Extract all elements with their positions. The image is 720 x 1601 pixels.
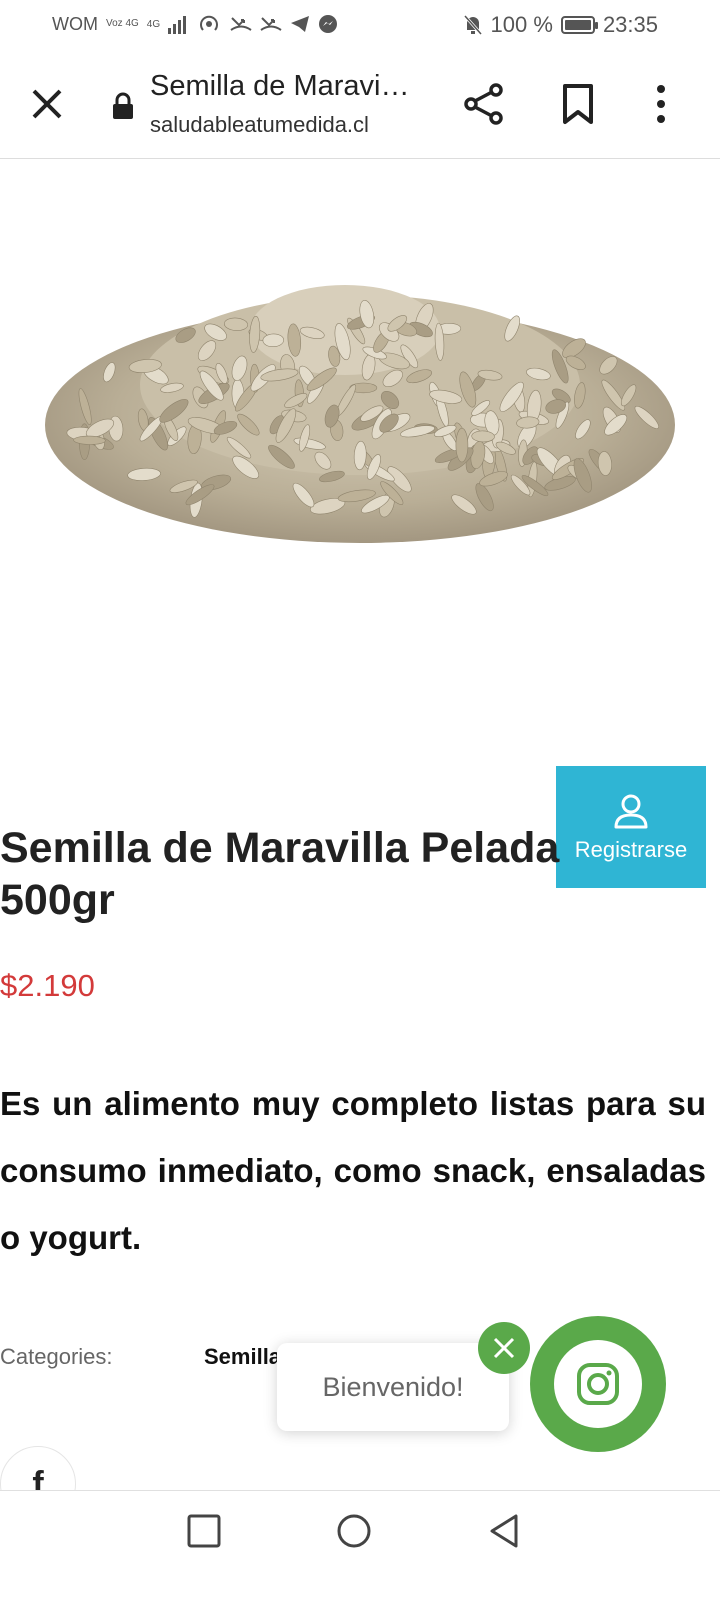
- mute-bell-icon: [463, 15, 482, 35]
- network-sub-label: 4G: [146, 18, 161, 30]
- instagram-icon: [577, 1363, 619, 1405]
- welcome-bubble[interactable]: Bienvenido!: [277, 1343, 509, 1431]
- status-left: WOM Voz 4G 4G: [52, 13, 338, 35]
- lock-icon[interactable]: [110, 92, 136, 120]
- signal-icon: [168, 16, 187, 34]
- battery-icon: [560, 16, 598, 34]
- instagram-button-inner: [554, 1340, 642, 1428]
- product-title-line1: Semilla de Maravilla Pelada: [0, 824, 560, 872]
- bookmark-icon[interactable]: [560, 82, 596, 126]
- close-icon[interactable]: [28, 85, 66, 123]
- circle-nav-icon[interactable]: [334, 1511, 374, 1551]
- share-icon[interactable]: [462, 82, 506, 126]
- product-title-line2: 500gr: [0, 876, 115, 924]
- system-navigation-bar: [0, 1490, 720, 1601]
- network-type: Voz 4G: [105, 18, 139, 29]
- square-nav-icon[interactable]: [184, 1511, 224, 1551]
- welcome-text: Bienvenido!: [322, 1371, 464, 1402]
- more-vert-icon[interactable]: [650, 82, 672, 126]
- browser-toolbar: Semilla de Maravi… saludableatumedida.cl: [0, 50, 720, 159]
- missed-call-icon: [230, 17, 252, 31]
- close-icon: [493, 1337, 515, 1359]
- carrier-name: WOM: [52, 13, 98, 34]
- network-indicator: Voz 4G: [106, 19, 139, 29]
- seed: [455, 427, 469, 463]
- missed-call-icon-2: [260, 17, 282, 31]
- product-price: $2.190: [0, 968, 95, 1003]
- messenger-icon: [319, 15, 338, 33]
- status-bar: WOM Voz 4G 4G 100 % 23:35: [0, 0, 720, 50]
- product-image[interactable]: [0, 160, 720, 760]
- battery-percent: 100 %: [490, 12, 553, 37]
- categories-label: Categories:: [0, 1344, 113, 1369]
- page-title[interactable]: Semilla de Maravi…: [150, 70, 409, 103]
- product-title: Semilla de Maravilla Pelada 500gr: [0, 822, 720, 926]
- battery-fill: [564, 20, 591, 30]
- back-nav-icon[interactable]: [484, 1511, 524, 1551]
- product-description: Es un alimento muy completo listas para …: [0, 1085, 706, 1256]
- clock: 23:35: [602, 12, 658, 37]
- page-url[interactable]: saludableatumedida.cl: [150, 112, 369, 138]
- category-link[interactable]: Semillas: [204, 1344, 278, 1370]
- welcome-close-button[interactable]: [478, 1322, 530, 1374]
- hotspot-icon: [200, 15, 219, 31]
- instagram-button[interactable]: [530, 1316, 666, 1452]
- status-right: 100 % 23:35: [463, 12, 658, 38]
- telegram-icon: [291, 16, 310, 32]
